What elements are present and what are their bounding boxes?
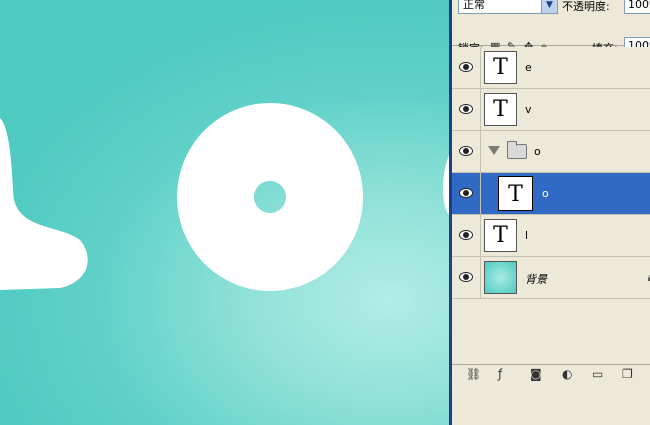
eye-icon	[459, 272, 473, 282]
layer-row-l[interactable]: T l	[452, 215, 650, 257]
layer-group-o[interactable]: o	[452, 131, 650, 173]
visibility-toggle[interactable]	[452, 173, 481, 214]
layers-panel: 正常 ▼ 不透明度: 100% 锁定: ▦ ✎ ✥ 🔒︎ 填充: 100% T …	[449, 0, 650, 425]
text-layer-thumbnail: T	[484, 93, 517, 126]
text-layer-thumbnail: T	[498, 176, 533, 211]
text-layer-thumbnail: T	[484, 219, 517, 252]
eye-icon	[459, 62, 473, 72]
letter-l-shape	[0, 118, 88, 290]
text-layer-thumbnail: T	[484, 51, 517, 84]
opacity-label: 不透明度:	[562, 0, 610, 13]
layer-name: o	[542, 187, 549, 200]
expand-triangle-icon[interactable]	[488, 146, 500, 155]
visibility-toggle[interactable]	[452, 47, 481, 88]
layer-row-background[interactable]: 背景 🔒︎	[452, 257, 650, 299]
visibility-toggle[interactable]	[452, 215, 481, 256]
blend-opacity-bar: 正常 ▼ 不透明度: 100%	[452, 0, 650, 15]
visibility-toggle[interactable]	[452, 257, 481, 298]
layer-name: v	[525, 103, 532, 116]
layer-name: e	[525, 61, 532, 74]
visibility-toggle[interactable]	[452, 89, 481, 130]
layer-row-o-selected[interactable]: T o	[452, 173, 650, 215]
eye-icon	[459, 188, 473, 198]
layers-list: T e T v o T o T l 背景 🔒︎	[452, 47, 650, 299]
chevron-down-icon[interactable]: ▼	[541, 0, 557, 13]
eye-icon	[459, 230, 473, 240]
layer-row-v[interactable]: T v	[452, 89, 650, 131]
group-name: o	[534, 145, 541, 158]
opacity-input[interactable]: 100%	[624, 0, 650, 14]
adjustment-icon[interactable]: ◐	[562, 367, 572, 381]
letter-o-shape	[177, 103, 364, 291]
mask-icon[interactable]: ◙	[530, 367, 542, 381]
layer-row-e[interactable]: T e	[452, 47, 650, 89]
new-layer-icon[interactable]: ❐	[622, 367, 633, 381]
background-thumbnail	[484, 261, 517, 294]
eye-icon	[459, 104, 473, 114]
link-icon[interactable]: ⛓	[466, 367, 481, 381]
lock-fill-bar: 锁定: ▦ ✎ ✥ 🔒︎ 填充: 100%	[452, 15, 650, 55]
blend-mode-select[interactable]: 正常 ▼	[458, 0, 558, 14]
folder-icon[interactable]: ▭	[592, 367, 603, 381]
layer-name: 背景	[525, 273, 547, 286]
layers-bottom-toolbar: ⛓ ƒ ◙ ◐ ▭ ❐	[452, 364, 650, 385]
visibility-toggle[interactable]	[452, 131, 481, 172]
fx-icon[interactable]: ƒ	[498, 367, 502, 381]
folder-icon	[507, 141, 527, 159]
eye-icon	[459, 146, 473, 156]
layer-name: l	[525, 229, 529, 242]
blend-mode-value: 正常	[463, 0, 485, 11]
